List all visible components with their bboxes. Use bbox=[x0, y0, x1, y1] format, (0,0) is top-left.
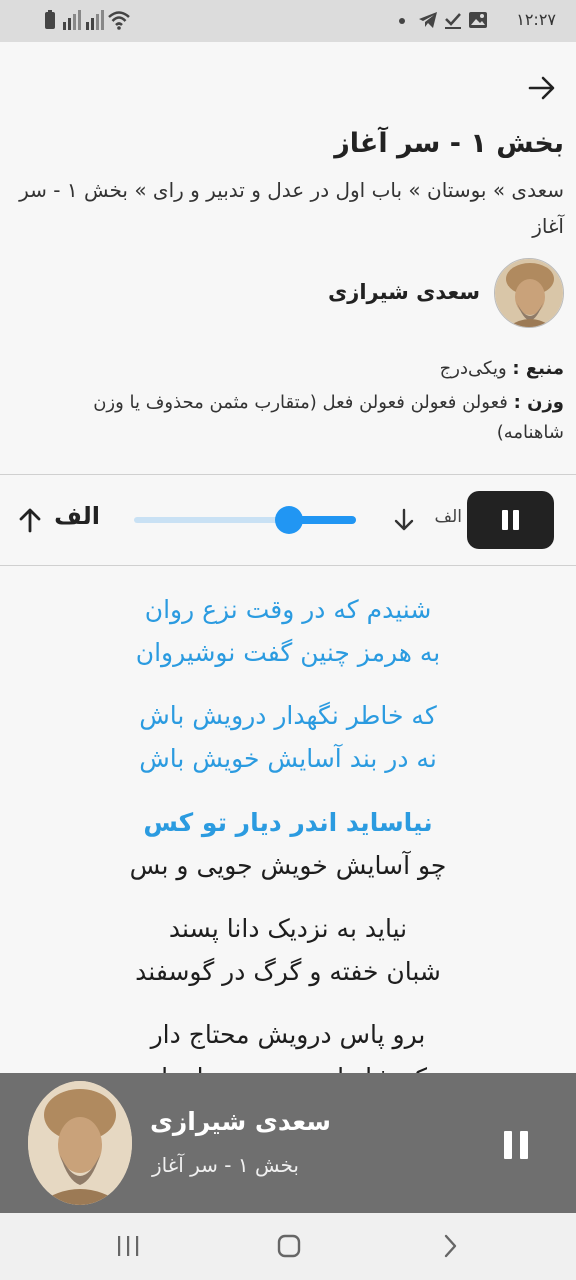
dot-icon bbox=[399, 18, 405, 24]
couplet[interactable]: نیاساید اندر دیار تو کس چو آسایش خویش جو… bbox=[0, 801, 576, 887]
home-icon[interactable] bbox=[276, 1233, 302, 1259]
slider-thumb[interactable] bbox=[275, 506, 303, 534]
verse-line: شنیدم که در وقت نزع روان bbox=[144, 595, 432, 624]
couplet[interactable]: نیاید به نزدیک دانا پسند شبان خفته و گرگ… bbox=[0, 907, 576, 993]
couplet[interactable]: که خاطر نگهدار درویش باش نه در بند آسایش… bbox=[0, 694, 576, 780]
font-size-slider[interactable] bbox=[134, 506, 356, 534]
poet-avatar[interactable] bbox=[494, 258, 564, 328]
couplet[interactable]: برو پاس درویش محتاج دار که شاه از رعیت ب… bbox=[0, 1013, 576, 1075]
verse-line-current: نیاساید اندر دیار تو کس bbox=[143, 808, 433, 837]
battery-icon bbox=[45, 10, 55, 29]
verse-line: به هرمز چنین گفت نوشیروان bbox=[135, 638, 441, 667]
verse-line: شبان خفته و گرگ در گوسفند bbox=[135, 957, 441, 986]
mini-player-title: سعدی شیرازی bbox=[150, 1107, 331, 1136]
mini-player[interactable]: سعدی شیرازی بخش ۱ - سر آغاز bbox=[0, 1073, 576, 1213]
telegram-icon bbox=[419, 12, 437, 28]
status-time: ۱۲:۲۷ bbox=[516, 10, 556, 29]
poet-row[interactable]: سعدی شیرازی bbox=[264, 258, 564, 330]
pause-icon bbox=[504, 1131, 512, 1159]
poet-name[interactable]: سعدی شیرازی bbox=[328, 280, 480, 304]
divider-bottom bbox=[0, 565, 576, 566]
status-bar: ۱۲:۲۷ bbox=[0, 0, 576, 42]
pause-icon bbox=[502, 510, 508, 530]
arrow-up-icon bbox=[19, 508, 41, 533]
font-increase-label: الف bbox=[54, 502, 100, 530]
breadcrumb[interactable]: سعدی » بوستان » باب اول در عدل و تدبیر و… bbox=[12, 172, 564, 244]
mini-pause-button[interactable] bbox=[496, 1127, 536, 1163]
couplet[interactable]: شنیدم که در وقت نزع روان به هرمز چنین گف… bbox=[0, 588, 576, 674]
recent-apps-icon[interactable] bbox=[116, 1233, 140, 1259]
font-decrease-button[interactable]: الف bbox=[392, 505, 462, 535]
signal-icon-2 bbox=[86, 10, 104, 30]
divider-top bbox=[0, 474, 576, 475]
source-row: منبع : ویکی‌درج bbox=[40, 354, 564, 384]
font-increase-button[interactable]: الف bbox=[16, 500, 106, 540]
poet-portrait-icon bbox=[28, 1081, 132, 1205]
wifi-icon bbox=[108, 11, 130, 30]
pause-button[interactable] bbox=[467, 491, 554, 549]
check-icon bbox=[445, 13, 461, 29]
signal-icon bbox=[63, 10, 81, 30]
image-icon bbox=[469, 12, 487, 28]
verse-line: چو آسایش خویش جویی و بس bbox=[129, 851, 447, 880]
poem: شنیدم که در وقت نزع روان به هرمز چنین گف… bbox=[0, 585, 576, 1075]
arrow-right-icon[interactable] bbox=[524, 70, 560, 106]
mini-player-subtitle: بخش ۱ - سر آغاز bbox=[152, 1153, 299, 1177]
font-decrease-label: الف bbox=[434, 507, 462, 527]
source-value[interactable]: ویکی‌درج bbox=[440, 358, 507, 379]
verse-line: که خاطر نگهدار درویش باش bbox=[139, 701, 437, 730]
verse-line: نه در بند آسایش خویش باش bbox=[139, 744, 437, 773]
mini-player-avatar bbox=[28, 1081, 132, 1205]
verse-line: نیاید به نزدیک دانا پسند bbox=[168, 914, 408, 943]
system-navbar bbox=[0, 1213, 576, 1280]
page-title: بخش ۱ - سر آغاز bbox=[334, 128, 564, 159]
meter-value: فعولن فعولن فعولن فعل (متقارب مثمن محذوف… bbox=[93, 392, 564, 443]
poet-portrait-icon bbox=[495, 259, 563, 327]
meter-row: وزن : فعولن فعولن فعولن فعل (متقارب مثمن… bbox=[40, 388, 564, 448]
verse-line: برو پاس درویش محتاج دار bbox=[150, 1020, 426, 1049]
meter-label: وزن : bbox=[513, 392, 564, 413]
source-label: منبع : bbox=[512, 358, 564, 379]
arrow-down-icon bbox=[394, 508, 414, 531]
back-icon[interactable] bbox=[440, 1233, 460, 1259]
